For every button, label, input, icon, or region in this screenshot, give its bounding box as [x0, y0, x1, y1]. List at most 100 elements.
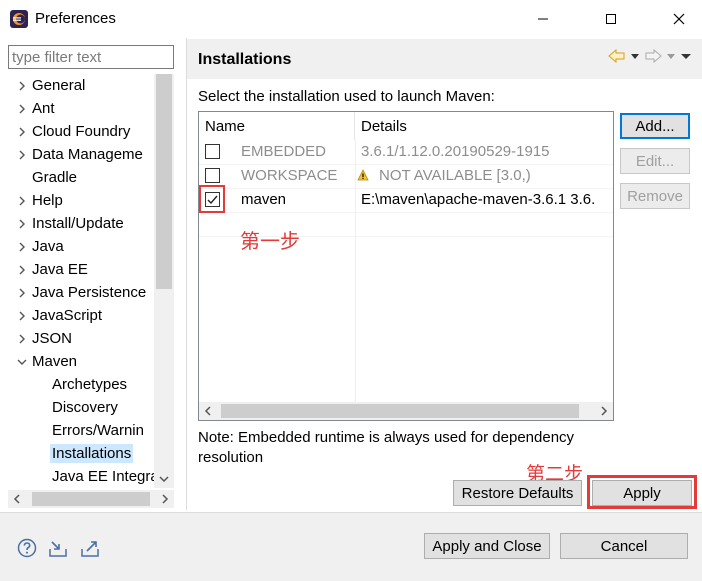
chevron-right-icon[interactable]	[14, 219, 30, 229]
chevron-right-icon[interactable]	[14, 104, 30, 114]
table-row[interactable]: WORKSPACE NOT AVAILABLE [3.0,)	[199, 164, 613, 188]
row-checkbox[interactable]	[205, 144, 220, 159]
edit-button[interactable]: Edit...	[620, 148, 690, 174]
export-icon[interactable]	[80, 538, 100, 558]
tree-item-label: JavaScript	[32, 307, 103, 324]
tree-item-label: Java Persistence	[32, 284, 147, 301]
annotation-step-1: 第一步	[240, 229, 300, 253]
tree-item-cloud-foundry[interactable]: Cloud Foundry	[8, 120, 158, 143]
chevron-down-icon[interactable]	[158, 474, 170, 484]
tree-item-java[interactable]: Java	[8, 235, 158, 258]
minimize-icon	[538, 18, 548, 20]
chevron-left-icon[interactable]	[203, 406, 213, 416]
chevron-left-icon[interactable]	[12, 494, 22, 504]
view-menu-icon[interactable]	[680, 51, 692, 61]
tree-item-label: Archetypes	[52, 376, 128, 393]
table-row[interactable]: maven E:\maven\apache-maven-3.6.1 3.6.	[199, 188, 613, 212]
tree-item-install-update[interactable]: Install/Update	[8, 212, 158, 235]
tree-item-discovery[interactable]: Discovery	[8, 396, 158, 419]
tree-item-general[interactable]: General	[8, 74, 158, 97]
tree-item-help[interactable]: Help	[8, 189, 158, 212]
column-header-details[interactable]: Details	[355, 112, 613, 140]
forward-dropdown-icon[interactable]	[666, 51, 676, 61]
chevron-right-icon[interactable]	[160, 494, 170, 504]
filter-input[interactable]	[8, 45, 174, 69]
chevron-right-icon[interactable]	[599, 406, 609, 416]
import-icon[interactable]	[48, 538, 68, 558]
tree-item-java-persistence[interactable]: Java Persistence	[8, 281, 158, 304]
tree-item-label: Java	[32, 238, 64, 255]
installation-name: maven	[241, 191, 287, 208]
page-title: Installations	[198, 51, 292, 68]
pane-divider[interactable]	[186, 38, 187, 510]
chevron-right-icon[interactable]	[14, 81, 30, 91]
tree-item-java-ee-integra[interactable]: Java EE Integra	[8, 465, 158, 488]
chevron-right-icon[interactable]	[14, 242, 30, 252]
back-arrow-icon[interactable]	[608, 49, 626, 63]
tree-item-label: Java EE	[32, 261, 88, 278]
table-horizontal-scrollbar[interactable]	[199, 402, 613, 420]
eclipse-icon	[10, 10, 28, 28]
tree-vertical-scrollbar[interactable]	[154, 74, 174, 488]
tree-item-label: Ant	[32, 100, 55, 117]
tree-item-ant[interactable]: Ant	[8, 97, 158, 120]
chevron-right-icon[interactable]	[14, 150, 30, 160]
maximize-icon	[606, 14, 616, 24]
tree-item-installations[interactable]: Installations	[8, 442, 158, 465]
installation-name: EMBEDDED	[241, 143, 327, 160]
tree-item-javascript[interactable]: JavaScript	[8, 304, 158, 327]
scroll-thumb[interactable]	[156, 74, 172, 289]
back-dropdown-icon[interactable]	[630, 51, 640, 61]
apply-highlight	[587, 475, 697, 509]
close-icon	[673, 13, 685, 25]
installations-table: Name Details EMBEDDED 3.6.1/1.12.0.20190…	[198, 111, 614, 421]
scroll-thumb[interactable]	[221, 404, 579, 418]
table-row[interactable]: EMBEDDED 3.6.1/1.12.0.20190529-1915	[199, 140, 613, 164]
maximize-button[interactable]	[588, 0, 634, 38]
tree-item-label: JSON	[32, 330, 73, 347]
chevron-right-icon[interactable]	[14, 127, 30, 137]
scroll-thumb[interactable]	[32, 492, 150, 506]
minimize-button[interactable]	[520, 0, 566, 38]
row-checkbox[interactable]	[205, 168, 220, 183]
checkbox-highlight	[199, 185, 225, 213]
tree-item-label: General	[32, 77, 86, 94]
page-header: Installations	[187, 39, 702, 79]
warning-icon	[357, 169, 369, 181]
tree-horizontal-scrollbar[interactable]	[8, 490, 174, 508]
tree-item-errors-warnin[interactable]: Errors/Warnin	[8, 419, 158, 442]
tree-item-label: Install/Update	[32, 215, 124, 232]
apply-and-close-button[interactable]: Apply and Close	[424, 533, 550, 559]
tree-item-label: Maven	[32, 353, 78, 370]
add-button[interactable]: Add...	[620, 113, 690, 139]
window-title: Preferences	[35, 10, 116, 27]
row-separator	[199, 212, 613, 213]
chevron-right-icon[interactable]	[14, 265, 30, 275]
chevron-right-icon[interactable]	[14, 196, 30, 206]
cancel-button[interactable]: Cancel	[560, 533, 688, 559]
preference-tree: General Ant Cloud Foundry Data Manageme Grad…	[8, 74, 174, 488]
remove-button[interactable]: Remove	[620, 183, 690, 209]
tree-item-maven[interactable]: Maven	[8, 350, 158, 373]
tree-item-label: Discovery	[52, 399, 118, 416]
chevron-down-icon[interactable]	[14, 357, 30, 367]
chevron-right-icon[interactable]	[14, 311, 30, 321]
chevron-right-icon[interactable]	[14, 288, 30, 298]
tree-item-label: Help	[32, 192, 63, 209]
instruction-label: Select the installation used to launch M…	[198, 88, 495, 105]
tree-item-archetypes[interactable]: Archetypes	[8, 373, 158, 396]
installation-details: E:\maven\apache-maven-3.6.1 3.6.	[361, 191, 596, 208]
tree-item-gradle[interactable]: Gradle	[8, 166, 158, 189]
tree-item-label: Gradle	[32, 169, 78, 186]
chevron-right-icon[interactable]	[14, 334, 30, 344]
help-icon[interactable]	[17, 538, 37, 558]
tree-item-label: Java EE Integra	[52, 468, 158, 485]
tree-item-java-ee[interactable]: Java EE	[8, 258, 158, 281]
close-button[interactable]	[656, 0, 702, 38]
tree-item-data-manageme[interactable]: Data Manageme	[8, 143, 158, 166]
column-header-name[interactable]: Name	[199, 112, 355, 140]
tree-item-json[interactable]: JSON	[8, 327, 158, 350]
installation-details: 3.6.1/1.12.0.20190529-1915	[361, 143, 550, 160]
forward-arrow-icon[interactable]	[644, 49, 662, 63]
restore-defaults-button[interactable]: Restore Defaults	[453, 480, 582, 506]
